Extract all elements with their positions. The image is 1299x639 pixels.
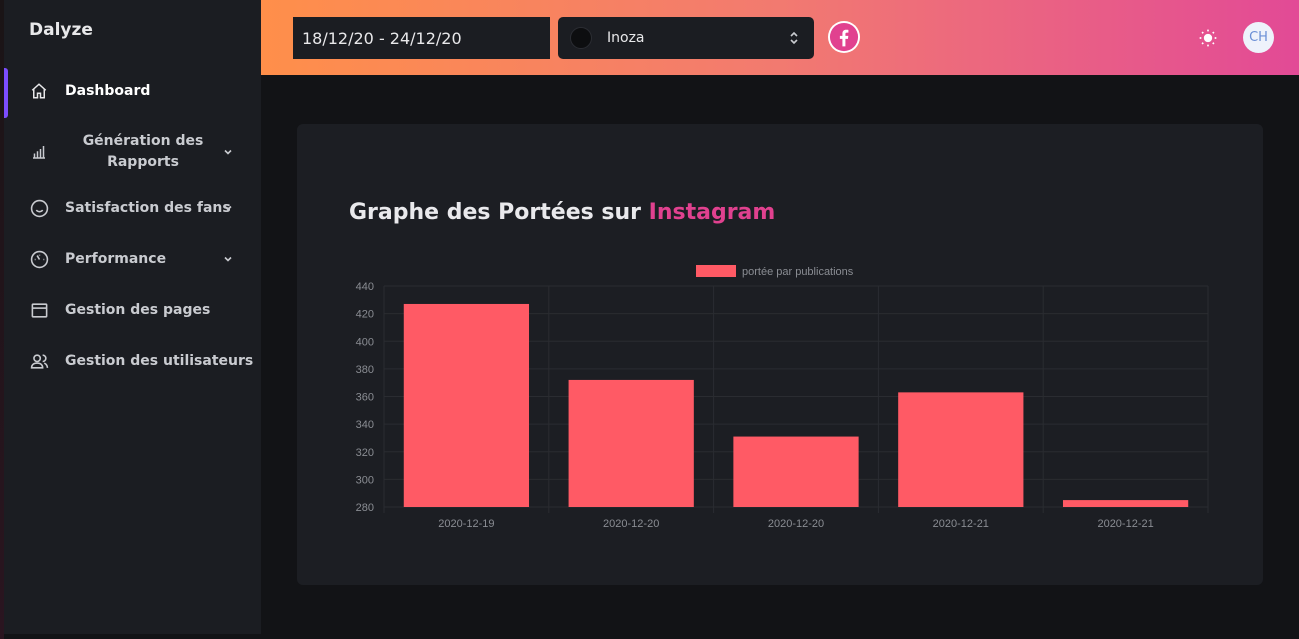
window-icon: [29, 300, 49, 320]
sidebar-item-label: Dashboard: [65, 83, 151, 99]
bar: [568, 379, 694, 507]
brand-logo[interactable]: Dalyze: [29, 20, 93, 40]
sidebar-item-reports[interactable]: Génération des Rapports: [4, 131, 261, 173]
sidebar-item-label: Satisfaction des fans: [65, 200, 231, 216]
legend-swatch: [696, 265, 736, 277]
chevron-down-icon: [222, 253, 234, 265]
y-tick-label: 340: [356, 419, 374, 431]
y-tick-label: 380: [356, 364, 374, 376]
y-tick-label: 400: [356, 336, 374, 348]
x-tick-label: 2020-12-19: [438, 518, 494, 530]
smile-icon: [29, 198, 49, 218]
users-icon: [29, 351, 49, 371]
x-tick-label: 2020-12-21: [933, 518, 989, 530]
bar: [898, 392, 1024, 507]
home-icon: [29, 81, 49, 101]
sidebar-item-label: Gestion des pages: [65, 302, 211, 318]
chevron-down-icon: [222, 146, 234, 158]
page-select-value: Inoza: [607, 30, 645, 46]
page-select[interactable]: Inoza: [558, 17, 814, 59]
top-header: Inoza CH: [261, 0, 1299, 75]
x-tick-label: 2020-12-20: [603, 518, 659, 530]
y-tick-label: 280: [356, 502, 374, 514]
bar-chart: 280 300 320 340 360 380 400 420 440 2020-12-19 202…: [356, 265, 1209, 530]
sidebar-item-dashboard[interactable]: Dashboard: [4, 80, 261, 102]
app-root: Dalyze Dashboard Génération des Rapports…: [0, 0, 1299, 639]
sidebar-item-performance[interactable]: Performance: [4, 248, 261, 270]
bar-chart-icon: [29, 142, 49, 162]
x-tick-label: 2020-12-21: [1097, 518, 1153, 530]
bar: [403, 303, 530, 507]
sidebar-item-label: Génération des Rapports: [82, 133, 204, 170]
chart-card: Graphe des Portées sur Instagram 280 300 3…: [297, 124, 1263, 585]
sun-icon[interactable]: [1198, 28, 1218, 48]
page-avatar: [570, 27, 592, 49]
sidebar-item-label: Performance: [65, 251, 167, 267]
sidebar: Dalyze Dashboard Génération des Rapports…: [4, 0, 261, 634]
sidebar-item-pages[interactable]: Gestion des pages: [4, 299, 261, 321]
sidebar-item-satisfaction[interactable]: Satisfaction des fans: [4, 197, 261, 219]
user-avatar[interactable]: CH: [1243, 22, 1274, 53]
y-tick-label: 440: [356, 281, 374, 293]
sidebar-item-label: Gestion des utilisateurs: [65, 353, 254, 369]
date-range-input[interactable]: [293, 17, 550, 59]
bar: [1062, 500, 1189, 507]
legend-label: portée par publications: [742, 266, 854, 278]
y-tick-label: 360: [356, 392, 374, 404]
y-tick-label: 420: [356, 309, 374, 321]
x-tick-label: 2020-12-20: [768, 518, 824, 530]
chevron-down-icon: [222, 202, 234, 214]
sidebar-item-users[interactable]: Gestion des utilisateurs: [4, 350, 261, 372]
y-tick-label: 320: [356, 447, 374, 459]
bar: [733, 436, 859, 507]
select-arrows-icon: [787, 29, 801, 47]
gauge-icon: [29, 249, 49, 269]
facebook-icon[interactable]: [828, 21, 860, 53]
y-tick-label: 300: [356, 474, 374, 486]
